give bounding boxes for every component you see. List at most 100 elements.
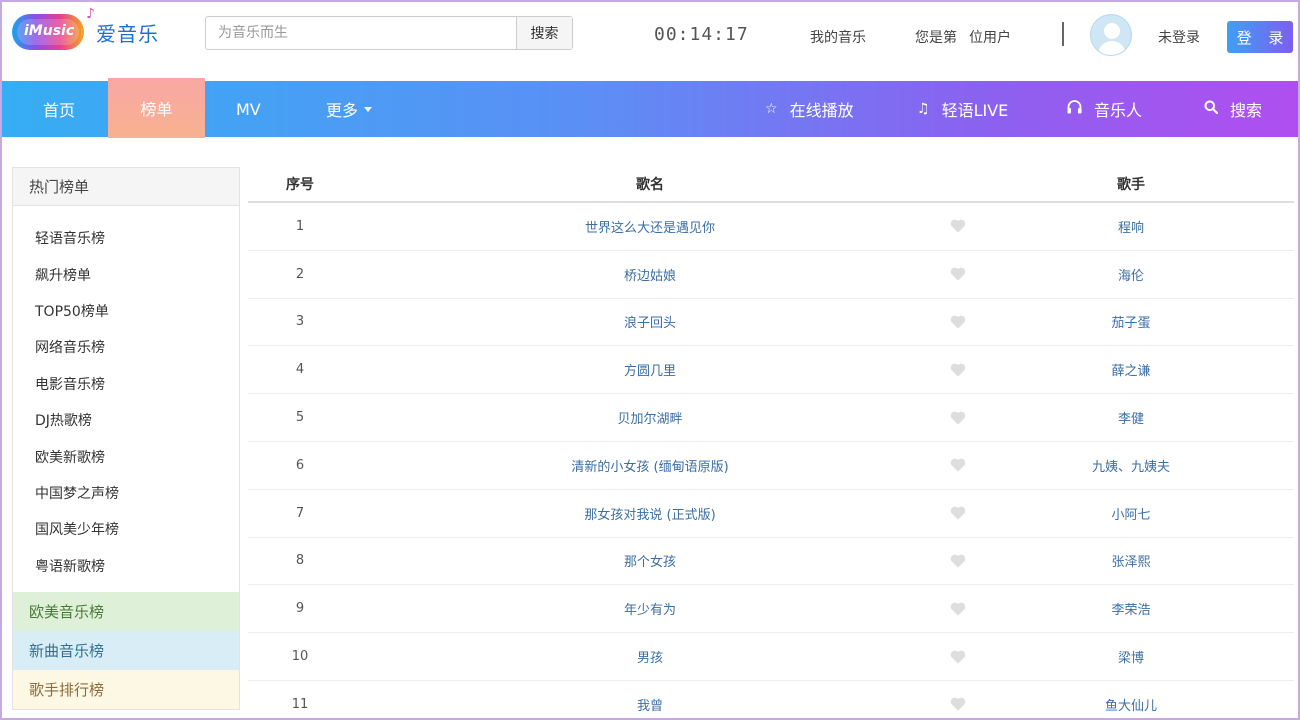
sidebar-item[interactable]: 粤语新歌榜	[13, 548, 239, 584]
nav-more-label: 更多	[326, 101, 359, 120]
sidebar-item[interactable]: 轻语音乐榜	[13, 220, 239, 256]
singer-link[interactable]: 鱼大仙儿	[968, 695, 1294, 714]
song-index: 9	[295, 601, 305, 617]
table-row: 6 清新的小女孩 (缅甸语原版) 九姨、九姨夫	[248, 442, 1294, 490]
song-name-link[interactable]: 桥边姑娘	[352, 265, 948, 284]
nav-online-play-label: 在线播放	[789, 101, 854, 120]
song-name-link[interactable]: 贝加尔湖畔	[352, 408, 948, 427]
singer-link[interactable]: 小阿七	[968, 504, 1294, 523]
nav-search-label: 搜索	[1230, 101, 1263, 120]
song-name-link[interactable]: 男孩	[352, 647, 948, 666]
nav-charts-label: 榜单	[140, 100, 173, 119]
login-status: 未登录	[1158, 30, 1200, 46]
login-button[interactable]: 登 录	[1227, 21, 1293, 53]
logo-text-cn: 爱音乐	[96, 21, 159, 46]
song-index: 6	[295, 457, 305, 473]
avatar[interactable]	[1090, 14, 1132, 56]
search-button[interactable]: 搜索	[516, 17, 572, 49]
song-name-link[interactable]: 那个女孩	[352, 551, 948, 570]
singer-link[interactable]: 程响	[968, 217, 1294, 236]
heart-icon[interactable]	[948, 219, 968, 233]
nav-search[interactable]: 搜索	[1204, 81, 1262, 137]
logo[interactable]: iMusic ♪ 爱音乐	[12, 6, 159, 50]
sidebar-item[interactable]: 网络音乐榜	[13, 329, 239, 365]
nav-more[interactable]: 更多	[326, 81, 373, 137]
header-song: 歌名	[636, 177, 664, 193]
chart-block-western[interactable]: 欧美音乐榜	[13, 592, 239, 631]
sidebar-item[interactable]: DJ热歌榜	[13, 402, 239, 438]
nav-live[interactable]: ♫ 轻语LIVE	[917, 81, 1008, 137]
singer-link[interactable]: 李荣浩	[968, 599, 1294, 618]
search-box: 搜索	[205, 16, 573, 50]
nav-online-play[interactable]: ☆ 在线播放	[765, 81, 854, 137]
header-singer: 歌手	[1117, 177, 1145, 193]
table-header: 序号 歌名 歌手	[248, 167, 1294, 203]
headphones-icon	[1067, 100, 1082, 118]
table-row: 1 世界这么大还是遇见你 程响	[248, 203, 1294, 251]
sidebar-item[interactable]: TOP50榜单	[13, 293, 239, 329]
song-name-link[interactable]: 那女孩对我说 (正式版)	[352, 504, 948, 523]
search-input[interactable]	[206, 17, 516, 49]
nav-home-label: 首页	[43, 101, 76, 120]
chart-block-singers[interactable]: 歌手排行榜	[13, 670, 239, 709]
sidebar-item[interactable]: 飙升榜单	[13, 256, 239, 292]
heart-icon[interactable]	[948, 458, 968, 472]
heart-icon[interactable]	[948, 697, 968, 711]
nav-musicians[interactable]: 音乐人	[1067, 81, 1142, 137]
song-name-link[interactable]: 浪子回头	[352, 312, 948, 331]
user-count-suffix: 位用户	[969, 30, 1011, 46]
singer-link[interactable]: 薛之谦	[968, 360, 1294, 379]
song-index: 1	[295, 218, 305, 234]
main-nav: 首页 榜单 MV 更多 ☆ 在线播放 ♫ 轻语LIVE 音乐人 搜索	[0, 78, 1300, 138]
nav-mv-label: MV	[236, 99, 261, 119]
sidebar-item[interactable]: 中国梦之声榜	[13, 475, 239, 511]
sidebar-item[interactable]: 国风美少年榜	[13, 511, 239, 547]
heart-icon[interactable]	[948, 602, 968, 616]
logo-badge: iMusic ♪	[12, 6, 95, 50]
song-index: 2	[295, 266, 305, 282]
header-index: 序号	[286, 177, 314, 193]
song-name-link[interactable]: 清新的小女孩 (缅甸语原版)	[352, 456, 948, 475]
music-note-icon: ♪	[86, 6, 95, 22]
star-icon: ☆	[765, 101, 778, 117]
table-row: 9 年少有为 李荣浩	[248, 585, 1294, 634]
heart-icon[interactable]	[948, 411, 968, 425]
table-row: 4 方圆几里 薛之谦	[248, 346, 1294, 395]
nav-charts[interactable]: 榜单	[108, 78, 205, 138]
table-row: 11 我曾 鱼大仙儿	[248, 681, 1294, 720]
top-bar: iMusic ♪ 爱音乐 搜索 00:14:17 我的音乐 您是第位用户 未登录…	[0, 0, 1300, 80]
chart-sidebar: 热门榜单 轻语音乐榜 飙升榜单 TOP50榜单 网络音乐榜 电影音乐榜 DJ热歌…	[12, 167, 240, 710]
table-row: 5 贝加尔湖畔 李健	[248, 394, 1294, 442]
user-count-prefix: 您是第	[915, 30, 957, 46]
nav-home[interactable]: 首页	[43, 81, 75, 137]
song-name-link[interactable]: 年少有为	[352, 599, 948, 618]
singer-link[interactable]: 茄子蛋	[968, 312, 1294, 331]
song-index: 8	[295, 553, 305, 569]
singer-link[interactable]: 张泽熙	[968, 551, 1294, 570]
heart-icon[interactable]	[948, 363, 968, 377]
singer-link[interactable]: 海伦	[968, 265, 1294, 284]
chart-block-new-songs[interactable]: 新曲音乐榜	[13, 631, 239, 670]
singer-link[interactable]: 李健	[968, 408, 1294, 427]
sidebar-item[interactable]: 电影音乐榜	[13, 366, 239, 402]
heart-icon[interactable]	[948, 650, 968, 664]
song-table: 序号 歌名 歌手 1 世界这么大还是遇见你 程响 2 桥边姑娘 海伦 3 浪子回头 茄子蛋 4 方圆…	[248, 167, 1294, 720]
nav-live-label: 轻语LIVE	[941, 101, 1009, 120]
caret-down-icon	[364, 106, 373, 112]
song-name-link[interactable]: 方圆几里	[352, 360, 948, 379]
heart-icon[interactable]	[948, 315, 968, 329]
nav-mv[interactable]: MV	[236, 81, 261, 137]
sidebar-item[interactable]: 欧美新歌榜	[13, 438, 239, 474]
heart-icon[interactable]	[948, 554, 968, 568]
singer-link[interactable]: 九姨、九姨夫	[968, 456, 1294, 475]
user-count: 您是第 位用户	[915, 27, 1011, 47]
my-music-link[interactable]: 我的音乐	[810, 27, 866, 47]
table-row: 7 那女孩对我说 (正式版) 小阿七	[248, 490, 1294, 538]
song-index: 7	[295, 505, 305, 521]
table-row: 3 浪子回头 茄子蛋	[248, 299, 1294, 347]
song-name-link[interactable]: 我曾	[352, 695, 948, 714]
singer-link[interactable]: 梁博	[968, 647, 1294, 666]
song-name-link[interactable]: 世界这么大还是遇见你	[352, 217, 948, 236]
heart-icon[interactable]	[948, 267, 968, 281]
heart-icon[interactable]	[948, 506, 968, 520]
